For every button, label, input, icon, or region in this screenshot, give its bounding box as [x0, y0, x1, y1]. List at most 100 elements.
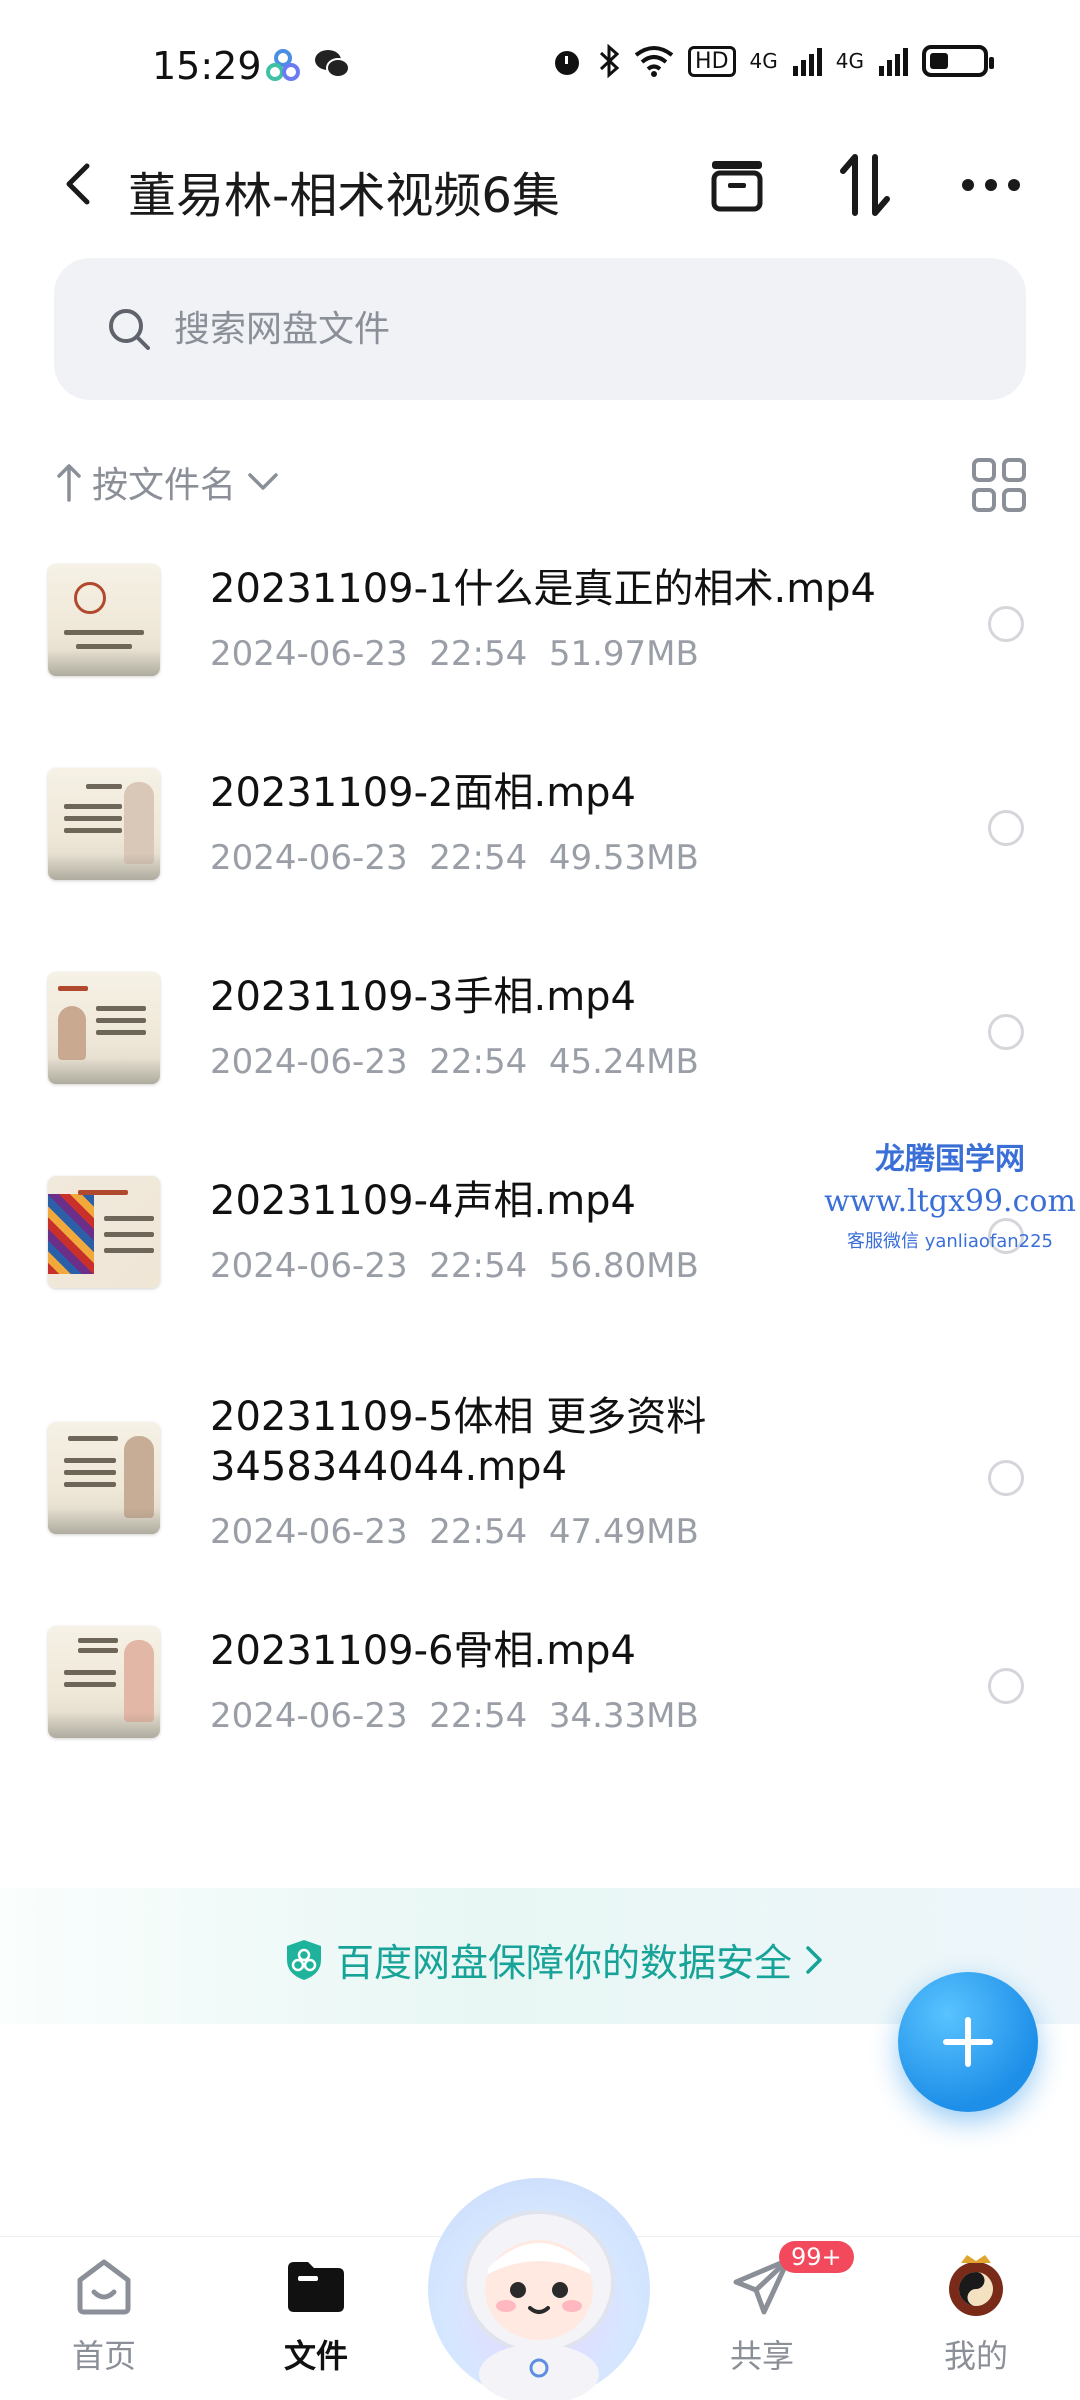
sort-row: 按文件名: [0, 450, 1080, 520]
wechat-notification-icon: [315, 50, 350, 78]
archive-box-icon: [711, 161, 763, 212]
nav-home[interactable]: 首页: [34, 2251, 174, 2377]
file-meta: 2024-06-23 22:54 56.80MB: [210, 1246, 699, 1286]
chevron-left-icon: [66, 163, 90, 205]
multi-select-button[interactable]: [702, 150, 772, 220]
wifi-icon: [634, 46, 674, 77]
file-date: 2024-06-23: [210, 1696, 408, 1736]
file-date: 2024-06-23: [210, 1512, 408, 1552]
file-time: 22:54: [429, 838, 528, 878]
select-checkbox[interactable]: [988, 810, 1024, 846]
search-input[interactable]: [174, 298, 934, 360]
folder-icon: [281, 2251, 351, 2321]
more-options-button[interactable]: [956, 150, 1026, 220]
file-size: 34.33MB: [548, 1696, 699, 1736]
avatar: [941, 2251, 1011, 2321]
file-meta: 2024-06-23 22:54 34.33MB: [210, 1696, 699, 1736]
network-label-2: 4G: [835, 49, 864, 73]
select-checkbox[interactable]: [988, 606, 1024, 642]
file-date: 2024-06-23: [210, 634, 408, 674]
file-size: 51.97MB: [548, 634, 699, 674]
mascot-icon: [463, 2210, 615, 2400]
file-date: 2024-06-23: [210, 1246, 408, 1286]
nav-mine[interactable]: 我的: [906, 2251, 1046, 2377]
video-thumbnail: [48, 564, 160, 676]
search-icon: [109, 309, 150, 350]
watermark-url: www.ltgx99.com: [824, 1184, 1076, 1219]
video-thumbnail: [48, 1422, 160, 1534]
file-name: 20231109-1什么是真正的相术.mp4: [210, 566, 876, 612]
file-date: 2024-06-23: [210, 1042, 408, 1082]
file-time: 22:54: [429, 1246, 528, 1286]
select-checkbox[interactable]: [988, 1460, 1024, 1496]
file-time: 22:54: [429, 634, 528, 674]
watermark-site-name: 龙腾国学网: [875, 1142, 1025, 1177]
file-name: 20231109-5体相 更多资料3458344044.mp4: [210, 1394, 707, 1490]
share-badge: 99+: [779, 2241, 854, 2273]
paper-plane-icon: 99+: [727, 2241, 854, 2321]
watermark: 龙腾国学网 www.ltgx99.com 客服微信 yanliaofan225: [820, 1134, 1080, 1253]
video-thumbnail: [48, 1626, 160, 1738]
battery-icon: [922, 45, 994, 77]
baidu-netdisk-notification-icon: [266, 49, 300, 81]
video-thumbnail: [48, 768, 160, 880]
file-date: 2024-06-23: [210, 838, 408, 878]
add-fab-button[interactable]: [898, 1972, 1038, 2112]
nav-files-label: 文件: [283, 2337, 348, 2375]
top-app-bar: 董易林-相术视频6集: [0, 130, 1080, 250]
home-icon: [69, 2251, 139, 2321]
plus-icon: [943, 2017, 993, 2067]
file-time: 22:54: [429, 1696, 528, 1736]
file-row[interactable]: 20231109-6骨相.mp4 2024-06-23 22:54 34.33M…: [0, 1622, 1080, 1822]
file-row[interactable]: 20231109-5体相 更多资料3458344044.mp4 2024-06-…: [0, 1392, 1080, 1622]
watermark-contact: 客服微信 yanliaofan225: [847, 1231, 1053, 1252]
file-time: 22:54: [429, 1512, 528, 1552]
status-time: 15:29: [152, 44, 262, 88]
file-time: 22:54: [429, 1042, 528, 1082]
file-meta: 2024-06-23 22:54 47.49MB: [210, 1512, 699, 1552]
video-thumbnail: [48, 972, 160, 1084]
screen: 15:29 HD 4G 4G 董易林-相术视频6集 搜索网盘文件 按文件名 20…: [0, 0, 1080, 2400]
more-dots-icon: [962, 179, 1020, 191]
nav-share-label: 共享: [729, 2337, 794, 2375]
nav-mine-label: 我的: [943, 2337, 1008, 2375]
nav-share[interactable]: 99+ 共享: [692, 2241, 854, 2377]
alarm-icon: [555, 51, 580, 75]
search-bar[interactable]: [54, 258, 1026, 400]
file-size: 45.24MB: [548, 1042, 699, 1082]
arrow-up-icon: [57, 464, 81, 502]
battery-level: [930, 53, 948, 69]
select-checkbox[interactable]: [988, 1668, 1024, 1704]
nav-files[interactable]: 文件: [246, 2251, 386, 2377]
status-app-icons: [266, 48, 350, 82]
file-size: 49.53MB: [548, 838, 699, 878]
file-row[interactable]: 20231109-2面相.mp4 2024-06-23 22:54 49.53M…: [0, 764, 1080, 968]
ai-assistant-mascot-button[interactable]: [428, 2178, 650, 2400]
transfer-button[interactable]: [830, 150, 900, 220]
signal-icon-2: [879, 48, 908, 76]
signal-icon-1: [792, 48, 822, 76]
chevron-right-icon: [806, 1945, 822, 1974]
back-button[interactable]: [48, 154, 108, 214]
bluetooth-icon: [600, 44, 620, 78]
file-meta: 2024-06-23 22:54 45.24MB: [210, 1042, 699, 1082]
video-thumbnail: [48, 1176, 160, 1288]
file-row[interactable]: 20231109-1什么是真正的相术.mp4 2024-06-23 22:54 …: [0, 560, 1080, 764]
sort-by-name-button[interactable]: 按文件名: [56, 456, 280, 508]
security-banner-content: 百度网盘保障你的数据安全: [284, 1932, 824, 1987]
file-meta: 2024-06-23 22:54 51.97MB: [210, 634, 699, 674]
file-name: 20231109-2面相.mp4: [210, 770, 636, 816]
file-name: 20231109-3手相.mp4: [210, 974, 636, 1020]
file-name: 20231109-6骨相.mp4: [210, 1628, 636, 1674]
select-checkbox[interactable]: [988, 1014, 1024, 1050]
shield-icon: [287, 1939, 321, 1980]
file-meta: 2024-06-23 22:54 49.53MB: [210, 838, 699, 878]
grid-view-icon[interactable]: [970, 456, 1028, 514]
sort-label: 按文件名: [92, 465, 237, 506]
file-size: 56.80MB: [548, 1246, 699, 1286]
nav-home-label: 首页: [71, 2337, 136, 2375]
status-indicators: HD 4G 4G: [550, 44, 994, 78]
chevron-down-icon: [248, 473, 278, 490]
file-size: 47.49MB: [548, 1512, 699, 1552]
security-banner-text: 百度网盘保障你的数据安全: [336, 1941, 793, 1985]
